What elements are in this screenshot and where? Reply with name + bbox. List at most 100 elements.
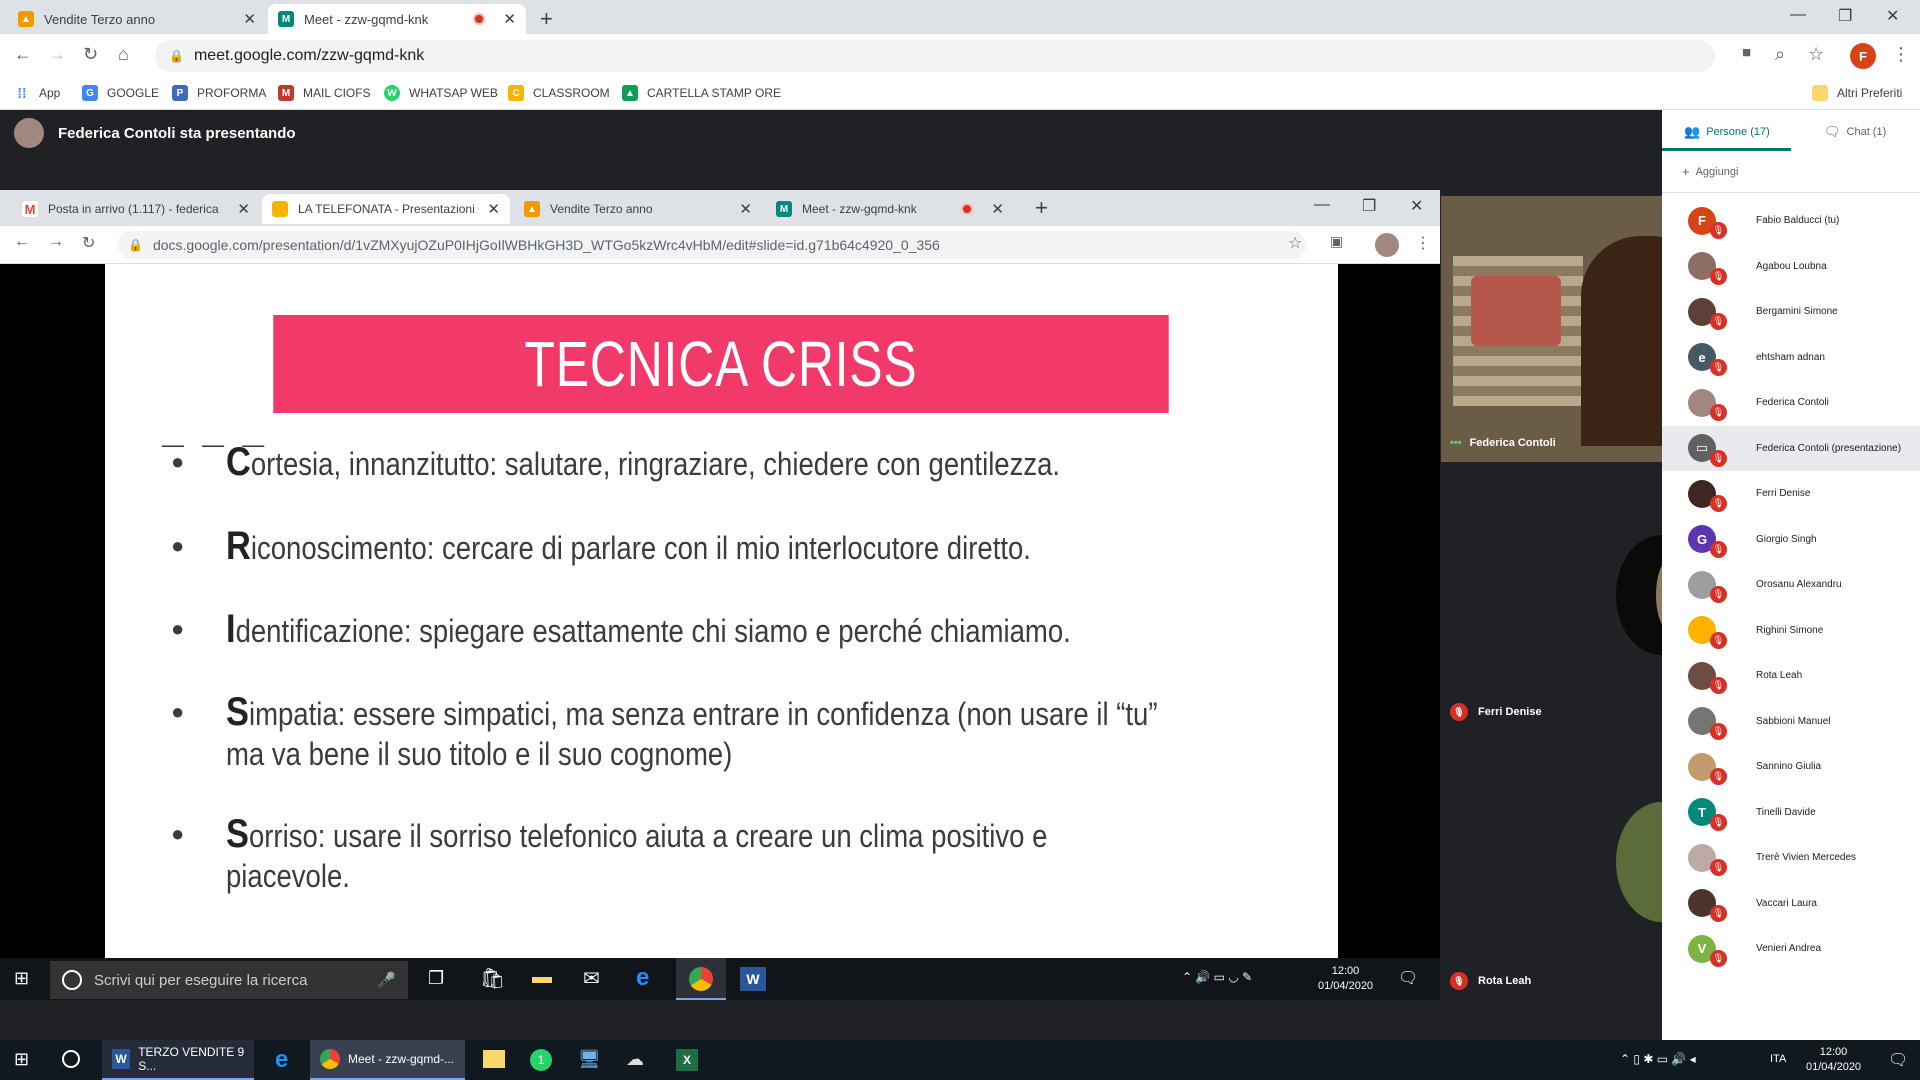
edge-icon[interactable]: e [275, 1046, 288, 1074]
close-tab-icon[interactable]: ✕ [739, 200, 752, 218]
excel-icon[interactable]: X [676, 1049, 698, 1071]
minimize-icon[interactable]: — [1790, 6, 1806, 24]
bookmark-star-icon[interactable]: ☆ [1808, 44, 1824, 65]
mail-app-icon[interactable]: ✉ [583, 966, 600, 991]
participant-row[interactable]: 🎙 Vaccari Laura [1662, 881, 1920, 926]
forward-icon[interactable]: → [48, 44, 66, 65]
inner-tab-gmail[interactable]: M Posta in arrivo (1.117) - federica ✕ [12, 194, 260, 224]
zoom-icon[interactable]: ⌕ [1775, 44, 1785, 65]
close-tab-icon[interactable]: ✕ [243, 10, 256, 28]
profile-avatar[interactable]: F [1850, 43, 1876, 69]
notifications-icon[interactable]: 🗨 [1888, 1050, 1908, 1070]
bookmark-mail-ciofs[interactable]: M MAIL CIOFS [278, 85, 371, 101]
video-tile-federica[interactable] [1441, 196, 1662, 462]
participant-row[interactable]: 🎙 Sannino Giulia [1662, 744, 1920, 789]
inner-tab-slides[interactable]: LA TELEFONATA - Presentazioni G ✕ [262, 194, 510, 224]
close-tab-icon[interactable]: ✕ [237, 200, 250, 218]
explorer-icon[interactable] [483, 1050, 505, 1068]
tray-icons[interactable]: ⌃ 🔊 ▭ ◡ ✎ [1182, 970, 1252, 984]
inner-search-box[interactable]: Scrivi qui per eseguire la ricerca 🎤 [50, 961, 408, 999]
participant-row[interactable]: 🎙 Trerè Vivien Mercedes [1662, 835, 1920, 880]
inner-tab-meet[interactable]: M Meet - zzw-gqmd-knk ✕ [766, 194, 1014, 224]
tab-meet[interactable]: M Meet - zzw-gqmd-knk ✕ [268, 4, 526, 34]
back-icon[interactable]: ← [14, 44, 32, 65]
camera-icon[interactable]: ■ [1742, 44, 1751, 61]
bookmark-google[interactable]: G GOOGLE [82, 85, 159, 101]
tile-label: ••• Federica Contoli [1450, 437, 1556, 449]
reload-icon[interactable]: ↻ [83, 44, 98, 65]
add-people-button[interactable]: + Aggiungi [1682, 164, 1738, 179]
tray-icons[interactable]: ⌃ ▯ ✱ ▭ 🔊 ◂ [1620, 1052, 1696, 1066]
taskbar-chrome[interactable]: Meet - zzw-gqmd-... [310, 1040, 465, 1080]
close-tab-icon[interactable]: ✕ [991, 200, 1004, 218]
chrome-taskbar-item[interactable] [676, 958, 726, 1000]
participant-row[interactable]: 🎙 Sabbioni Manuel [1662, 699, 1920, 744]
bookmark-app[interactable]: ⁞⁞ App [14, 85, 60, 101]
inner-url-field[interactable]: 🔒 docs.google.com/presentation/d/1vZMXyu… [118, 231, 1306, 259]
participant-row[interactable]: 🎙 Ferri Denise [1662, 471, 1920, 516]
new-tab-icon[interactable]: + [1035, 195, 1048, 221]
back-icon[interactable]: ← [14, 233, 30, 251]
url-field[interactable]: 🔒 meet.google.com/zzw-gqmd-knk [155, 40, 1715, 72]
app-icon[interactable]: ☁ [626, 1049, 644, 1070]
bookmark-proforma[interactable]: P PROFORMA [172, 85, 266, 101]
tab-label: Meet - zzw-gqmd-knk [304, 11, 429, 27]
minimize-icon[interactable]: — [1314, 196, 1330, 214]
close-tab-icon[interactable]: ✕ [503, 10, 516, 28]
menu-icon[interactable]: ⋮ [1892, 44, 1910, 65]
explorer-icon[interactable]: ▬ [532, 966, 552, 989]
slide-title: TECNICA CRISS [524, 328, 918, 400]
participant-row[interactable]: 🎙 Bergamini Simone [1662, 289, 1920, 334]
participant-row[interactable]: e 🎙 ehtsham adnan [1662, 335, 1920, 380]
bookmark-cartella[interactable]: ▲ CARTELLA STAMP ORE [622, 85, 781, 101]
inner-tab-vendite[interactable]: ▲ Vendite Terzo anno ✕ [514, 194, 762, 224]
reload-icon[interactable]: ↻ [82, 233, 95, 253]
participant-row[interactable]: 🎙 Federica Contoli [1662, 380, 1920, 425]
participant-row[interactable]: ▭ 🎙 Federica Contoli (presentazione) [1662, 425, 1920, 471]
taskbar-word[interactable]: W TERZO VENDITE 9 S... [102, 1040, 254, 1080]
windows-start-icon[interactable]: ⊞ [14, 968, 29, 989]
word-icon[interactable]: W [740, 967, 766, 991]
cortana-icon[interactable] [62, 1050, 80, 1068]
taskbar-label: TERZO VENDITE 9 S... [138, 1045, 245, 1073]
microphone-icon[interactable]: 🎤 [377, 971, 396, 989]
store-icon[interactable]: 🛍 [480, 966, 505, 991]
bookmark-star-icon[interactable]: ☆ [1288, 233, 1302, 253]
forward-icon[interactable]: → [48, 233, 64, 251]
participant-row[interactable]: 🎙 Agabou Loubna [1662, 244, 1920, 289]
participant-row[interactable]: F 🎙 Fabio Balducci (tu) [1662, 198, 1920, 243]
menu-icon[interactable]: ⋮ [1415, 233, 1431, 253]
close-window-icon[interactable]: ✕ [1886, 6, 1899, 26]
close-window-icon[interactable]: ✕ [1410, 196, 1423, 216]
restore-icon[interactable]: ❐ [1838, 6, 1852, 26]
notifications-icon[interactable]: 🗨 [1398, 968, 1418, 988]
inner-profile-avatar[interactable] [1375, 233, 1399, 257]
tab-chat[interactable]: 🗨 Chat (1) [1824, 124, 1886, 140]
tab-people[interactable]: 👥 Persone (17) [1684, 124, 1770, 140]
participant-row[interactable]: G 🎙 Giorgio Singh [1662, 517, 1920, 562]
chat-tab-label: Chat (1) [1846, 126, 1887, 138]
edge-icon[interactable]: e [636, 964, 649, 992]
os-clock[interactable]: 12:00 01/04/2020 [1806, 1045, 1861, 1075]
windows-start-icon[interactable]: ⊞ [14, 1049, 29, 1070]
tab-vendite[interactable]: ▲ Vendite Terzo anno ✕ [8, 4, 266, 34]
participant-row[interactable]: V 🎙 Venieri Andrea [1662, 926, 1920, 971]
new-tab-icon[interactable]: + [540, 6, 553, 32]
whatsapp-icon[interactable]: 1 [530, 1049, 552, 1071]
participant-row[interactable]: 🎙 Rota Leah [1662, 653, 1920, 698]
participant-row[interactable]: 🎙 Orosanu Alexandru [1662, 562, 1920, 607]
language-indicator[interactable]: ITA [1770, 1053, 1786, 1065]
participant-row[interactable]: T 🎙 Tinelli Davide [1662, 790, 1920, 835]
proforma-icon: P [172, 85, 188, 101]
bookmark-whatsapp[interactable]: W WHATSAP WEB [384, 85, 498, 101]
home-icon[interactable]: ⌂ [118, 44, 129, 65]
inner-clock[interactable]: 12:00 01/04/2020 [1318, 964, 1373, 994]
extension-icon[interactable]: ▣ [1330, 233, 1343, 250]
participant-row[interactable]: 🎙 Righini Simone [1662, 608, 1920, 653]
bookmark-classroom[interactable]: C CLASSROOM [508, 85, 610, 101]
restore-icon[interactable]: ❐ [1362, 196, 1376, 216]
task-view-icon[interactable]: ❐ [428, 968, 444, 989]
other-bookmarks[interactable]: Altri Preferiti [1812, 85, 1902, 101]
close-tab-icon[interactable]: ✕ [487, 200, 500, 218]
remote-desktop-icon[interactable]: 🖥 [578, 1049, 601, 1070]
